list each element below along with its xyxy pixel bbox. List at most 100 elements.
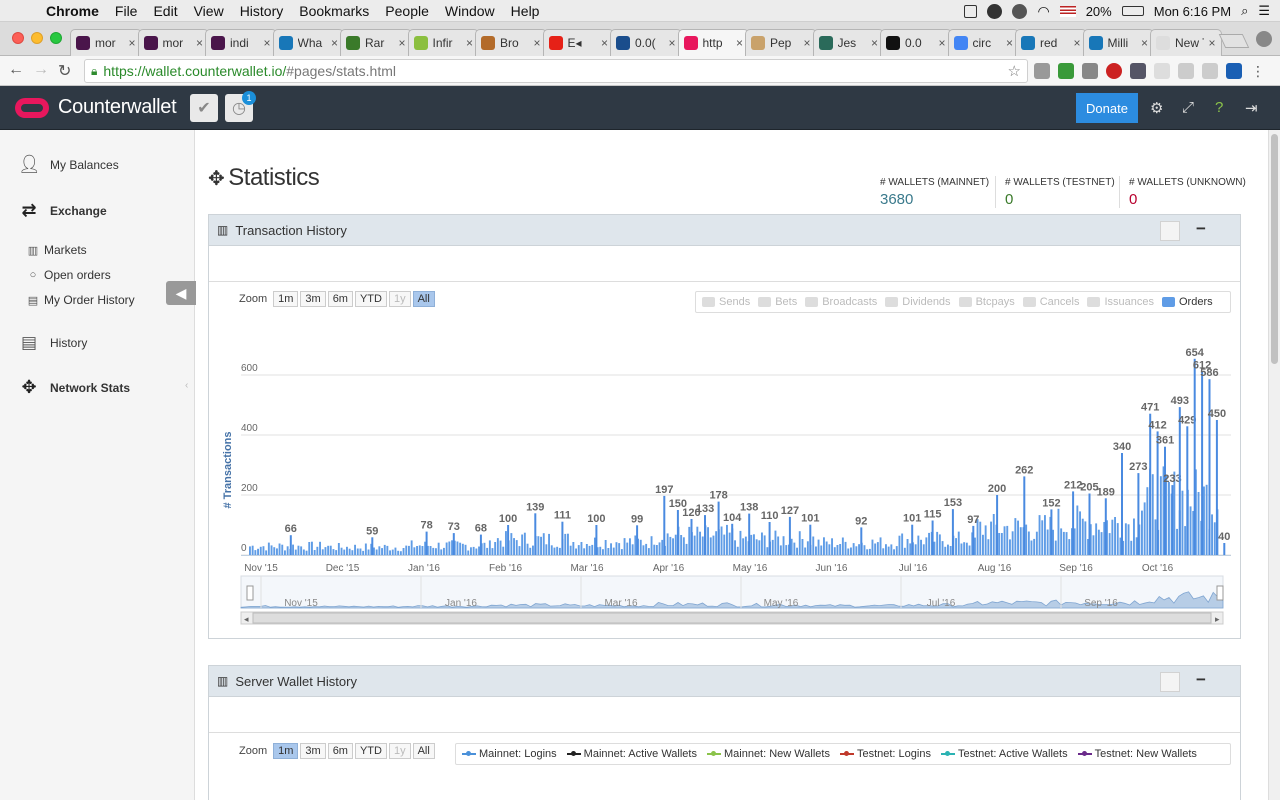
chart-bar[interactable]: [585, 544, 588, 555]
chart-bar[interactable]: [284, 550, 286, 555]
chart-bar[interactable]: [602, 549, 604, 555]
chart-bar[interactable]: [1006, 525, 1009, 555]
chart-bar[interactable]: [1068, 539, 1071, 555]
chart-bar[interactable]: [488, 540, 491, 555]
chart-bar[interactable]: [825, 541, 828, 556]
chart-bar[interactable]: [688, 526, 691, 555]
adblock-icon[interactable]: [1106, 63, 1122, 79]
chart-bar[interactable]: [1127, 524, 1130, 555]
chart-bar[interactable]: [965, 542, 968, 555]
close-tab-icon[interactable]: ×: [938, 36, 945, 50]
chart-bar[interactable]: [475, 548, 478, 556]
chart-bar[interactable]: [771, 539, 774, 555]
chart-bar[interactable]: [868, 548, 871, 555]
chart-bar[interactable]: [887, 546, 890, 555]
chart-bar[interactable]: [655, 545, 658, 555]
chart-bar[interactable]: [1156, 431, 1159, 555]
chart-bar[interactable]: [669, 536, 672, 555]
chart-bar[interactable]: [774, 530, 777, 555]
minimize-window-button[interactable]: [31, 32, 43, 44]
extension-icon[interactable]: [1178, 63, 1194, 79]
chart-bar[interactable]: [443, 547, 445, 555]
chart-bar[interactable]: [833, 547, 836, 555]
zoom-all-button[interactable]: All: [412, 743, 435, 759]
menu-view[interactable]: View: [194, 3, 224, 19]
chart-bar[interactable]: [1203, 486, 1205, 556]
address-bar[interactable]: 🔒︎ https://wallet.counterwallet.io/#page…: [84, 59, 1028, 83]
chart-bar[interactable]: [364, 543, 367, 556]
chart-bar[interactable]: [1184, 526, 1187, 555]
chart-bar[interactable]: [723, 534, 726, 555]
chart-bar[interactable]: [607, 548, 610, 555]
chart-bar[interactable]: [1038, 515, 1041, 555]
logout-icon[interactable]: ⇥: [1245, 99, 1258, 117]
chart-bar[interactable]: [761, 532, 763, 556]
chart-bar[interactable]: [300, 546, 303, 555]
chart-bar[interactable]: [418, 545, 421, 555]
help-icon[interactable]: ?: [1215, 99, 1223, 116]
chart-bar[interactable]: [461, 543, 464, 555]
sidebar-item-history[interactable]: ▤ History: [18, 333, 87, 353]
chart-bar[interactable]: [1046, 529, 1049, 556]
chart-bar[interactable]: [265, 550, 268, 555]
chart-bar[interactable]: [1072, 491, 1075, 555]
chart-bar[interactable]: [313, 550, 316, 555]
menu-help[interactable]: Help: [511, 3, 540, 19]
panel-toggle-button[interactable]: [1160, 672, 1180, 692]
close-tab-icon[interactable]: ×: [533, 36, 540, 50]
chart-bar[interactable]: [1095, 523, 1098, 555]
chart-bar[interactable]: [1030, 540, 1033, 556]
chart-bar[interactable]: [777, 536, 780, 556]
chart-bar[interactable]: [515, 540, 518, 555]
chart-bar[interactable]: [1088, 493, 1091, 556]
back-icon[interactable]: ←: [8, 61, 24, 79]
chart-bar[interactable]: [1193, 358, 1196, 555]
chart-bar[interactable]: [604, 540, 607, 555]
chart-bar[interactable]: [823, 537, 825, 555]
chart-bar[interactable]: [855, 546, 858, 555]
chart-bar[interactable]: [1014, 518, 1017, 555]
window-icon[interactable]: [964, 4, 978, 18]
chart-bar[interactable]: [329, 545, 332, 555]
chart-bar[interactable]: [1057, 508, 1060, 555]
chart-bar[interactable]: [768, 522, 771, 555]
chart-bar[interactable]: [820, 545, 823, 556]
battery-icon[interactable]: [1121, 6, 1144, 16]
chart-bar[interactable]: [491, 548, 494, 555]
chart-bar[interactable]: [674, 534, 677, 555]
chart-bar[interactable]: [672, 538, 674, 555]
chart-bar[interactable]: [1009, 539, 1011, 555]
chart-bar[interactable]: [580, 542, 583, 555]
chart-bar[interactable]: [332, 549, 335, 555]
chart-bar[interactable]: [744, 536, 747, 555]
chart-bar[interactable]: [1201, 371, 1204, 555]
chart-bar[interactable]: [262, 546, 265, 555]
chart-bar[interactable]: [990, 521, 992, 555]
chart-bar[interactable]: [753, 534, 755, 555]
chart-bar[interactable]: [1114, 517, 1116, 555]
chart-bar[interactable]: [1197, 492, 1200, 555]
chart-bar[interactable]: [1065, 532, 1068, 555]
close-tab-icon[interactable]: ×: [466, 36, 473, 50]
sidebar-item-exchange[interactable]: ⇄ Exchange: [18, 200, 106, 221]
flag-icon[interactable]: [1059, 5, 1076, 17]
chart-bar[interactable]: [626, 542, 629, 555]
menu-file[interactable]: File: [115, 3, 138, 19]
chart-bar[interactable]: [828, 544, 831, 555]
browser-tab[interactable]: Rar ×: [340, 29, 412, 56]
chart-bar[interactable]: [1060, 528, 1063, 555]
extension-icon[interactable]: [1154, 63, 1170, 79]
chart-bar[interactable]: [321, 549, 324, 555]
scrollbar-thumb[interactable]: [1271, 134, 1278, 364]
chart-bar[interactable]: [676, 510, 679, 555]
avatar-icon[interactable]: [1012, 3, 1028, 19]
chart-bar[interactable]: [286, 546, 289, 555]
browser-tab[interactable]: red ×: [1015, 29, 1087, 56]
chart-bar[interactable]: [895, 546, 898, 555]
chart-bar[interactable]: [499, 540, 502, 555]
chart-bar[interactable]: [748, 513, 751, 555]
chart-bar[interactable]: [337, 543, 340, 555]
close-tab-icon[interactable]: ×: [1141, 36, 1148, 50]
chart-bar[interactable]: [1205, 484, 1208, 555]
chart-bar[interactable]: [362, 550, 365, 555]
